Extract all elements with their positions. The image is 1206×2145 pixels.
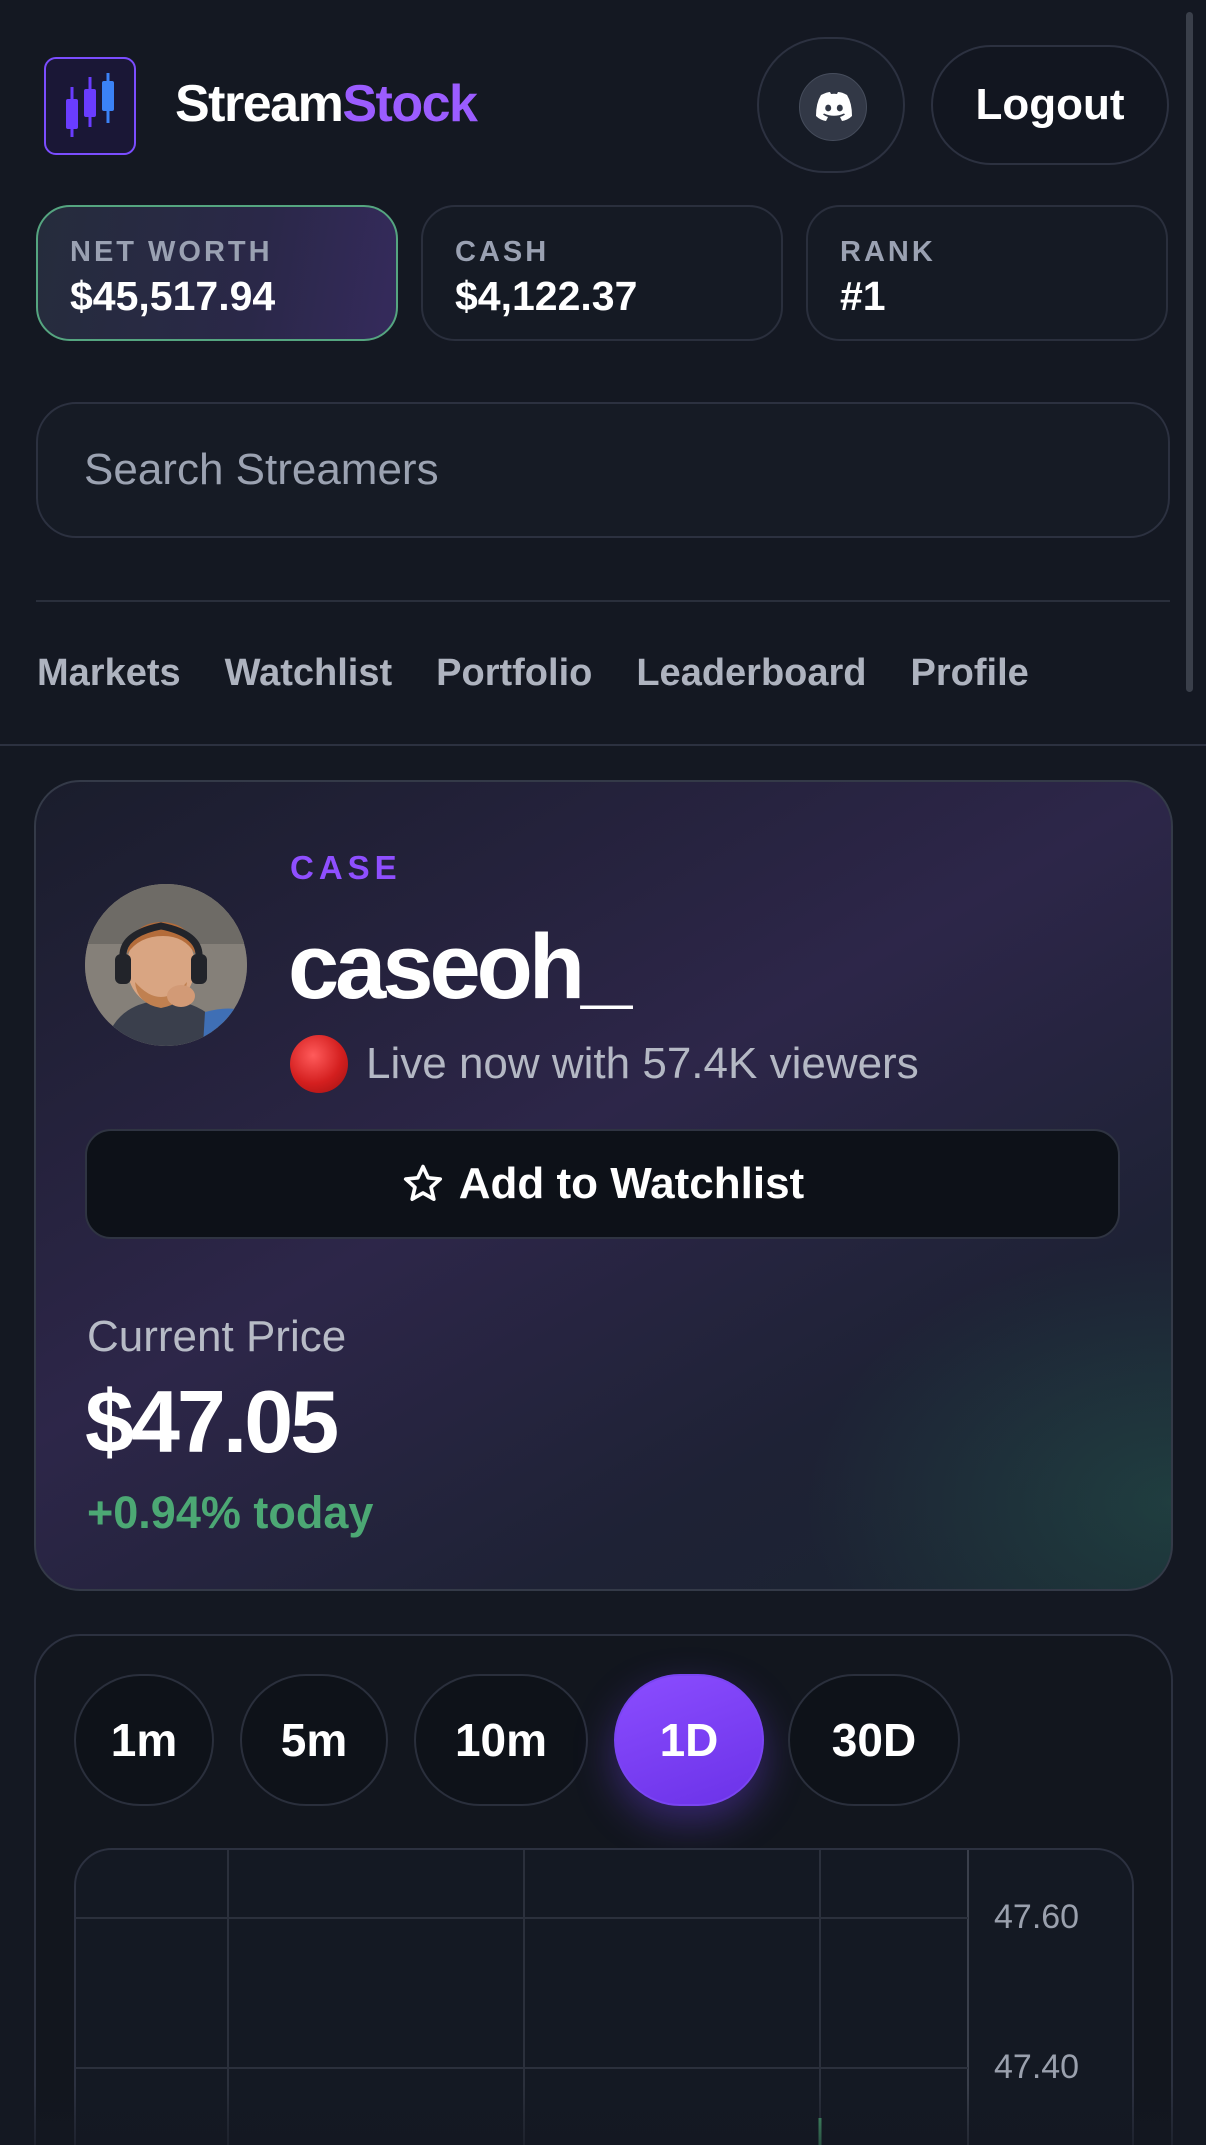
streamer-name: caseoh_ — [288, 916, 632, 1018]
search-placeholder: Search Streamers — [84, 445, 439, 494]
stat-value: #1 — [840, 273, 886, 319]
y-tick-label: 47.60 — [994, 1898, 1080, 1936]
live-text: Live now with 57.4K viewers — [366, 1039, 919, 1088]
discord-button[interactable] — [757, 37, 905, 173]
stat-cash: CASH $4,122.37 — [421, 205, 783, 341]
nav-leaderboard[interactable]: Leaderboard — [636, 648, 866, 698]
nav-markets[interactable]: Markets — [37, 648, 181, 698]
search-input[interactable]: Search Streamers — [36, 402, 1170, 538]
streamer-ticker: CASE — [290, 849, 402, 886]
price-chart[interactable]: 47.60 47.40 — [74, 1848, 1134, 2145]
stat-label: NET WORTH — [70, 236, 273, 268]
avatar[interactable] — [85, 884, 247, 1046]
price-change: +0.94% today — [87, 1487, 374, 1538]
divider — [36, 600, 1170, 602]
chart-card: 1m 5m 10m 1D 30D 47.60 47.40 — [34, 1634, 1173, 2145]
price-label: Current Price — [87, 1312, 347, 1361]
stat-value: $45,517.94 — [70, 273, 276, 319]
nav-watchlist[interactable]: Watchlist — [225, 648, 393, 698]
brand-part-stream: Stream — [175, 75, 344, 133]
stat-label: RANK — [840, 236, 936, 268]
nav-divider — [0, 744, 1206, 746]
range-10m[interactable]: 10m — [414, 1674, 588, 1806]
range-30d[interactable]: 30D — [788, 1674, 960, 1806]
chart-grid — [76, 1850, 969, 2145]
brand-title[interactable]: StreamStock — [175, 74, 478, 134]
nav-profile[interactable]: Profile — [911, 648, 1029, 698]
app-page: StreamStock Logout NET WORTH $45,517.94 … — [0, 0, 1206, 2145]
stat-label: CASH — [455, 236, 550, 268]
stat-rank: RANK #1 — [806, 205, 1168, 341]
watchlist-label: Add to Watchlist — [458, 1159, 805, 1208]
logout-button[interactable]: Logout — [931, 45, 1169, 165]
streamer-card: CASE caseoh_ Live now with 57.4K viewers — [34, 780, 1173, 1591]
stat-net-worth: NET WORTH $45,517.94 — [36, 205, 398, 341]
star-icon — [401, 1162, 445, 1206]
main-nav: Markets Watchlist Portfolio Leaderboard … — [37, 648, 1073, 698]
stat-value: $4,122.37 — [455, 273, 638, 319]
range-5m[interactable]: 5m — [240, 1674, 388, 1806]
nav-portfolio[interactable]: Portfolio — [436, 648, 592, 698]
add-to-watchlist-button[interactable]: Add to Watchlist — [85, 1129, 1120, 1239]
range-1m[interactable]: 1m — [74, 1674, 214, 1806]
discord-icon — [799, 73, 867, 141]
scrollbar[interactable] — [1186, 12, 1193, 692]
live-status: Live now with 57.4K viewers — [290, 1034, 919, 1094]
range-1d[interactable]: 1D — [614, 1674, 764, 1806]
current-price: $47.05 — [85, 1372, 339, 1471]
y-tick-label: 47.40 — [994, 2048, 1080, 2086]
candlestick-chart-icon[interactable] — [44, 57, 136, 155]
live-indicator-icon — [290, 1035, 348, 1093]
brand-part-stock: Stock — [342, 75, 478, 133]
